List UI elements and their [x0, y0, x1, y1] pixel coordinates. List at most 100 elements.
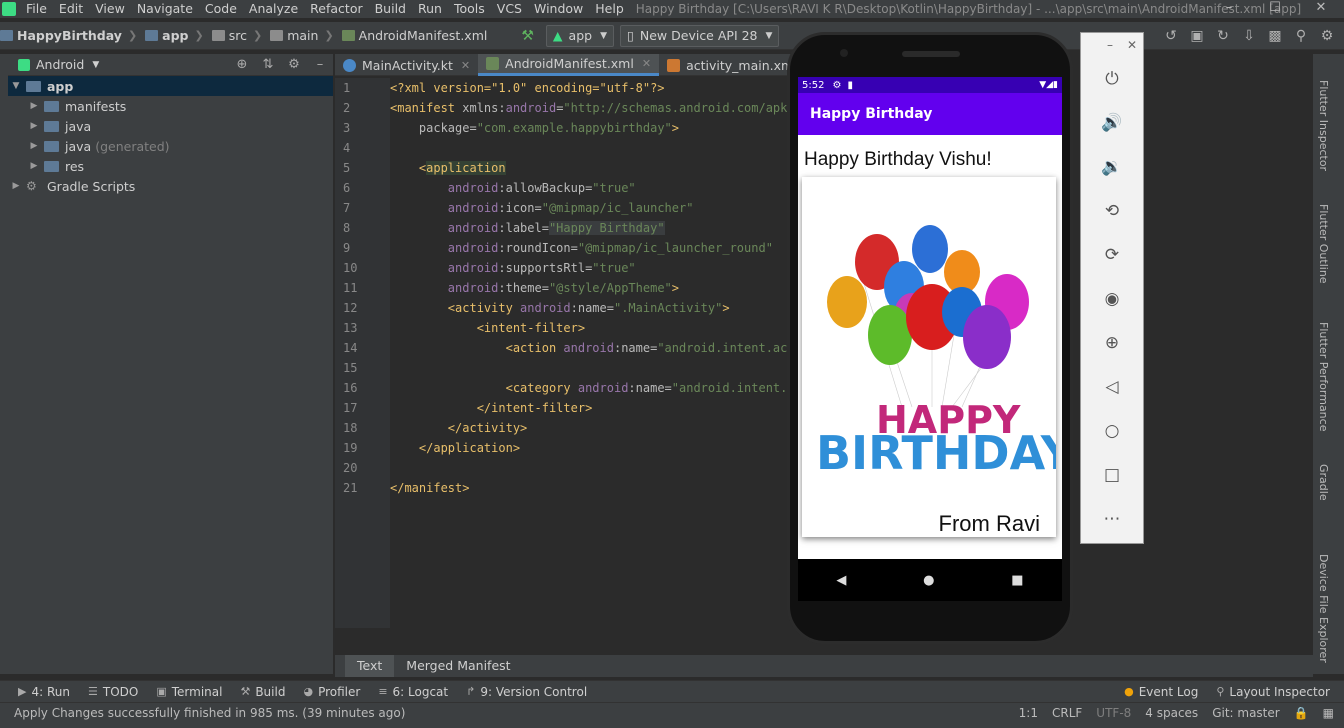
tool-tab-event-log[interactable]: ● Event Log: [1124, 685, 1198, 699]
gradle-tab[interactable]: Gradle: [1317, 464, 1330, 501]
tool-tab-version-control[interactable]: ↱ 9: Version Control: [466, 685, 587, 699]
tab-mainactivity[interactable]: MainActivity.kt ✕: [335, 54, 478, 76]
more-icon[interactable]: ⋯: [1081, 497, 1143, 541]
breadcrumb: HappyBirthday ❯ app ❯ src ❯ main ❯ Andro…: [0, 28, 487, 43]
line-separator[interactable]: CRLF: [1052, 706, 1082, 720]
tab-merged-manifest[interactable]: Merged Manifest: [394, 655, 522, 677]
tree-item-manifests[interactable]: ▶ manifests: [8, 96, 333, 116]
search-icon[interactable]: ⚲: [1292, 27, 1310, 45]
status-message[interactable]: Apply Changes successfully finished in 9…: [14, 706, 405, 720]
minimize-icon[interactable]: –: [1206, 0, 1252, 18]
tool-tab-todo[interactable]: ☰ TODO: [88, 685, 138, 699]
menu-vcs[interactable]: VCS: [491, 0, 528, 18]
menu-navigate[interactable]: Navigate: [131, 0, 199, 18]
sdk-manager-icon[interactable]: ⇩: [1240, 27, 1258, 45]
avd-manager-icon[interactable]: ▣: [1188, 27, 1206, 45]
tree-item-java[interactable]: ▶ java: [8, 116, 333, 136]
home-icon[interactable]: ○: [1081, 409, 1143, 453]
back-icon[interactable]: ◀: [836, 573, 846, 588]
close-tab-icon[interactable]: ✕: [642, 57, 651, 70]
close-tab-icon[interactable]: ✕: [461, 59, 470, 72]
lock-icon[interactable]: 🔒: [1294, 706, 1309, 720]
overview-icon[interactable]: □: [1081, 453, 1143, 497]
device-file-explorer-tab[interactable]: Device File Explorer: [1317, 554, 1330, 663]
menu-refactor[interactable]: Refactor: [304, 0, 368, 18]
menu-analyze[interactable]: Analyze: [243, 0, 304, 18]
breadcrumb-app[interactable]: app: [162, 28, 188, 43]
menu-build[interactable]: Build: [369, 0, 412, 18]
collapse-all-icon[interactable]: ⇅: [255, 57, 281, 72]
phone-screen[interactable]: 5:52 ⚙ ▮ ▼◢▮ Happy Birthday Happy Birthd…: [798, 77, 1062, 601]
flutter-outline-tab[interactable]: Flutter Outline: [1317, 204, 1330, 284]
code-token: android: [563, 341, 614, 355]
gear-icon[interactable]: ⚙: [281, 57, 307, 72]
collapsed-arrow-icon[interactable]: ▶: [28, 161, 40, 171]
breadcrumb-project[interactable]: HappyBirthday: [17, 28, 122, 43]
project-view-select[interactable]: Android ▼: [18, 57, 99, 72]
menu-tools[interactable]: Tools: [448, 0, 491, 18]
zoom-icon[interactable]: ⊕: [1081, 321, 1143, 365]
tool-tab-terminal[interactable]: ▣ Terminal: [156, 685, 222, 699]
tool-tab-logcat[interactable]: ≡ 6: Logcat: [378, 685, 448, 699]
maximize-icon[interactable]: ☐: [1252, 0, 1298, 18]
caret-position[interactable]: 1:1: [1019, 706, 1038, 720]
device-select[interactable]: ▯ New Device API 28 ▼: [620, 24, 780, 47]
file-encoding[interactable]: UTF-8: [1096, 706, 1131, 720]
indent-setting[interactable]: 4 spaces: [1145, 706, 1198, 720]
menu-code[interactable]: Code: [199, 0, 243, 18]
collapsed-arrow-icon[interactable]: ▶: [28, 141, 40, 151]
close-icon[interactable]: ✕: [1127, 38, 1137, 52]
code-token: <manifest: [390, 101, 463, 115]
overview-icon[interactable]: ■: [1011, 573, 1023, 588]
collapsed-arrow-icon[interactable]: ▶: [28, 101, 40, 111]
line-number: 11: [343, 281, 358, 295]
git-branch[interactable]: Git: master: [1212, 706, 1280, 720]
collapsed-arrow-icon[interactable]: ▶: [10, 181, 22, 191]
git-update-icon[interactable]: ↺: [1162, 27, 1180, 45]
volume-down-icon[interactable]: 🔉: [1081, 145, 1143, 189]
menu-edit[interactable]: Edit: [53, 0, 89, 18]
greeting-text: Happy Birthday Vishu!: [804, 149, 992, 170]
sync-icon[interactable]: ↻: [1214, 27, 1232, 45]
settings-icon[interactable]: ⚙: [1318, 27, 1336, 45]
locate-icon[interactable]: ⊕: [229, 57, 255, 72]
volume-up-icon[interactable]: 🔊: [1081, 101, 1143, 145]
home-icon[interactable]: ●: [923, 573, 934, 588]
rotate-right-icon[interactable]: ⟳: [1081, 233, 1143, 277]
breadcrumb-file[interactable]: AndroidManifest.xml: [359, 28, 488, 43]
menu-file[interactable]: File: [20, 0, 53, 18]
menu-view[interactable]: View: [89, 0, 131, 18]
tree-item-app[interactable]: ▼ app: [8, 76, 333, 96]
breadcrumb-main[interactable]: main: [287, 28, 318, 43]
tree-item-java-generated[interactable]: ▶ java (generated): [8, 136, 333, 156]
tab-text[interactable]: Text: [345, 655, 395, 677]
tool-tab-layout-inspector[interactable]: ⚲ Layout Inspector: [1216, 685, 1330, 699]
close-icon[interactable]: ✕: [1298, 0, 1344, 18]
menu-run[interactable]: Run: [412, 0, 448, 18]
tool-tab-build[interactable]: ⚒ Build: [240, 685, 285, 699]
camera-icon[interactable]: ◉: [1081, 277, 1143, 321]
expanded-arrow-icon[interactable]: ▼: [10, 81, 22, 91]
tree-item-res[interactable]: ▶ res: [8, 156, 333, 176]
flutter-inspector-tab[interactable]: Flutter Inspector: [1317, 80, 1330, 171]
run-config-select[interactable]: ▲ app ▼: [545, 24, 614, 47]
tool-tab-profiler[interactable]: ◕ Profiler: [303, 685, 360, 699]
breadcrumb-src[interactable]: src: [229, 28, 247, 43]
menu-help[interactable]: Help: [589, 0, 630, 18]
device-manager-icon[interactable]: ▩: [1266, 27, 1284, 45]
back-icon[interactable]: ◁: [1081, 365, 1143, 409]
tree-item-gradle-scripts[interactable]: ▶ ⚙ Gradle Scripts: [8, 176, 333, 196]
tool-tab-run[interactable]: ▶ 4: Run: [18, 685, 70, 699]
tab-androidmanifest[interactable]: AndroidManifest.xml ✕: [478, 54, 660, 76]
code-editor[interactable]: <?xml version="1.0" encoding="utf-8"?> <…: [390, 78, 810, 628]
hide-panel-icon[interactable]: –: [307, 57, 333, 72]
from-text: From Ravi: [938, 511, 1040, 536]
collapsed-arrow-icon[interactable]: ▶: [28, 121, 40, 131]
menu-window[interactable]: Window: [528, 0, 589, 18]
rotate-left-icon[interactable]: ⟲: [1081, 189, 1143, 233]
flutter-performance-tab[interactable]: Flutter Performance: [1317, 322, 1330, 431]
power-icon[interactable]: ⏻: [1081, 57, 1143, 101]
minimize-icon[interactable]: –: [1107, 38, 1113, 52]
build-hammer-icon[interactable]: ⚒: [521, 28, 534, 44]
memory-indicator-icon[interactable]: ▦: [1323, 706, 1334, 720]
